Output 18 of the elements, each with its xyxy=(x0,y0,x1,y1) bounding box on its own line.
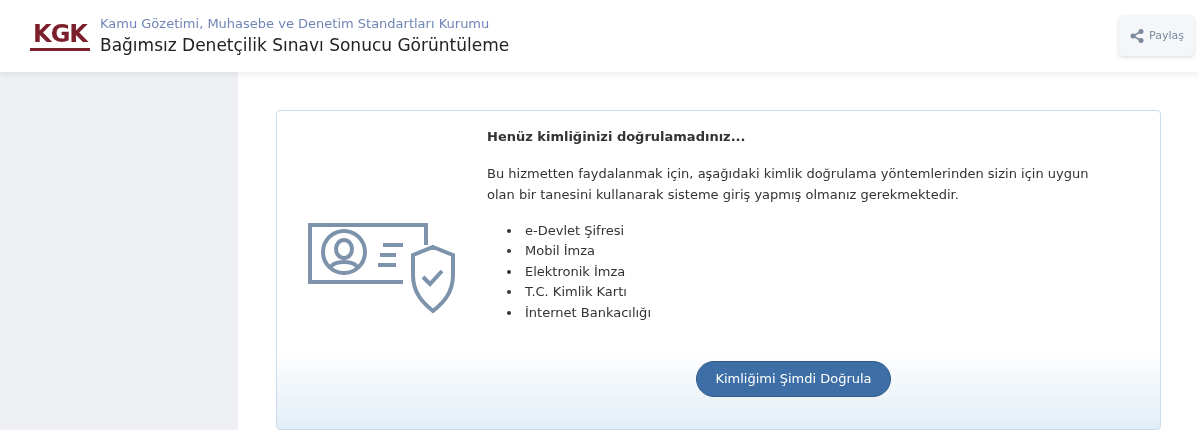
method-item: İnternet Bankacılığı xyxy=(525,303,651,322)
method-item: e-Devlet Şifresi xyxy=(525,221,625,240)
bullet-icon xyxy=(507,269,511,274)
share-button[interactable]: Paylaş xyxy=(1119,16,1194,56)
organization-name: Kamu Gözetimi, Muhasebe ve Denetim Standartları Kurumu xyxy=(100,15,491,33)
method-item: T.C. Kimlik Kartı xyxy=(525,283,627,301)
bullet-icon xyxy=(507,228,511,233)
bullet-icon xyxy=(507,290,511,295)
share-icon xyxy=(1129,28,1146,44)
notice-heading: Henüz kimliğinizi doğrulamadınız... xyxy=(487,128,747,146)
notice-message: Bu hizmetten faydalanmak için, aşağıdaki kimlik doğrulama yöntemlerinden sizin için uygun olan bir tanesini kullanarak sisteme giriş yapmış olmanız gerekmektedir. xyxy=(487,164,1090,204)
method-item: Elektronik İmza xyxy=(525,262,626,281)
verify-button[interactable]: Kimliğimi Şimdi Doğrula xyxy=(696,361,891,397)
page-title: Bağımsız Denetçilik Sınavı Sonucu Görüntüleme xyxy=(100,34,510,57)
method-item: Mobil İmza xyxy=(525,242,596,260)
logo: KGK xyxy=(28,21,92,51)
bullet-icon xyxy=(507,249,511,254)
bullet-icon xyxy=(507,310,511,315)
